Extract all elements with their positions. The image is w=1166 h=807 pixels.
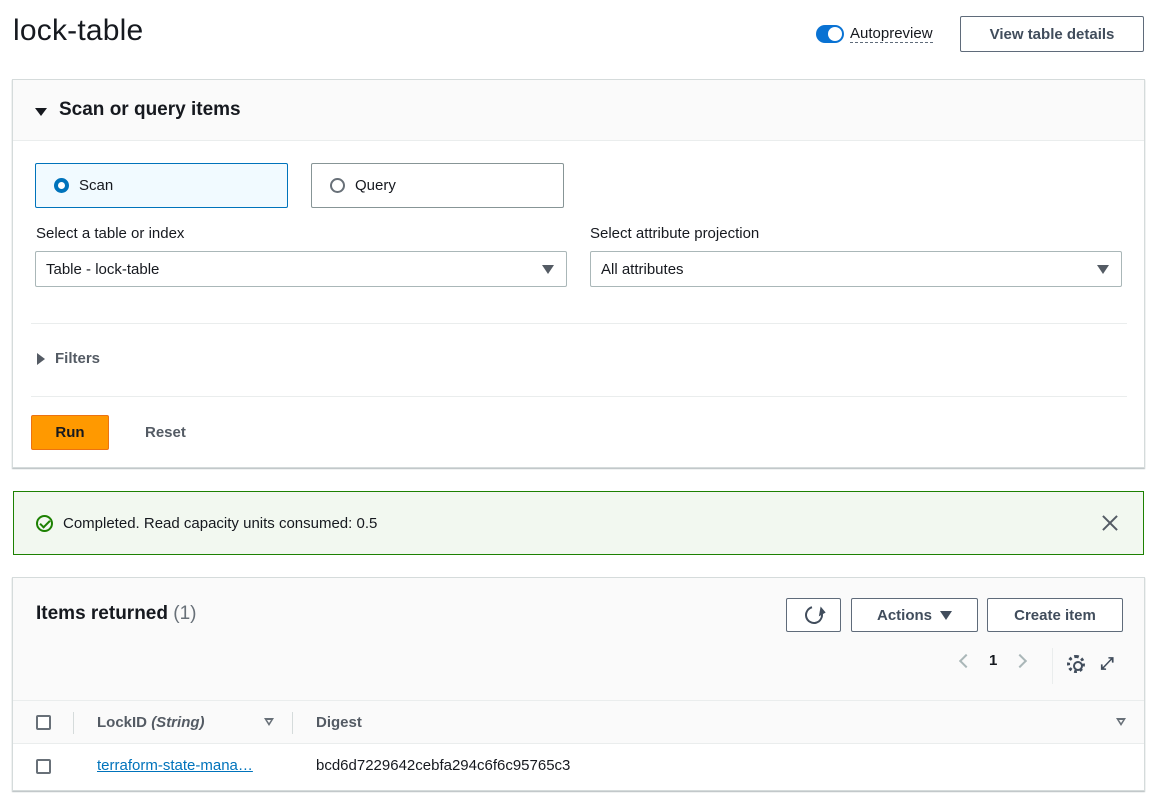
- column-separator: [292, 712, 293, 734]
- select-all-checkbox[interactable]: [36, 715, 51, 730]
- fullscreen-icon[interactable]: ⤢: [1099, 655, 1115, 672]
- radio-unchecked-icon[interactable]: [330, 178, 345, 193]
- alert-message: Completed. Read capacity units consumed:…: [63, 514, 378, 532]
- view-table-details-button[interactable]: View table details: [960, 16, 1144, 52]
- filters-expander[interactable]: Filters: [37, 350, 100, 367]
- page-title: lock-table: [13, 14, 144, 47]
- autopreview-toggle[interactable]: Autopreview: [816, 25, 933, 43]
- caret-down-icon: [35, 108, 47, 116]
- filters-label: Filters: [55, 350, 101, 367]
- reset-button[interactable]: Reset: [145, 424, 186, 441]
- divider: [1052, 648, 1053, 684]
- divider: [31, 323, 1127, 324]
- run-button[interactable]: Run: [31, 415, 109, 450]
- sort-icon[interactable]: [1116, 718, 1126, 726]
- create-item-button[interactable]: Create item: [987, 598, 1123, 632]
- projection-select-value: All attributes: [601, 260, 684, 278]
- chevron-right-icon[interactable]: [1013, 653, 1028, 668]
- refresh-icon: [801, 602, 826, 628]
- close-icon[interactable]: [1101, 514, 1119, 532]
- column-header-lockid[interactable]: LockID (String): [97, 714, 205, 731]
- scan-panel-header[interactable]: Scan or query items: [13, 80, 1144, 141]
- digest-cell: bcd6d7229642cebfa294c6f6c95765c3: [316, 757, 571, 774]
- projection-select-label: Select attribute projection: [590, 225, 760, 242]
- query-mode-tile[interactable]: Query: [311, 163, 564, 208]
- chevron-left-icon[interactable]: [958, 653, 974, 668]
- table-select-label: Select a table or index: [36, 225, 185, 242]
- autopreview-label: Autopreview: [850, 25, 933, 43]
- table-select[interactable]: Table - lock-table: [35, 251, 567, 287]
- lockid-link[interactable]: terraform-state-mana…: [97, 757, 253, 774]
- radio-checked-icon[interactable]: [54, 178, 69, 193]
- check-circle-icon: [36, 514, 53, 532]
- gear-icon[interactable]: [1067, 655, 1085, 673]
- scan-panel-title: Scan or query items: [59, 99, 241, 120]
- query-mode-label: Query: [355, 177, 396, 194]
- scan-mode-label: Scan: [79, 177, 114, 194]
- column-separator: [73, 712, 74, 734]
- divider: [31, 396, 1127, 397]
- toggle-switch-icon[interactable]: [816, 25, 844, 43]
- caret-down-icon: [940, 610, 952, 620]
- items-header: [13, 578, 1144, 700]
- caret-down-icon: [1097, 265, 1109, 274]
- pagination: 1: [958, 652, 1028, 669]
- actions-button[interactable]: Actions: [851, 598, 978, 632]
- table-header: LockID (String) Digest: [13, 700, 1144, 744]
- page-number[interactable]: 1: [989, 652, 997, 669]
- table-select-value: Table - lock-table: [46, 260, 160, 278]
- scan-mode-tile[interactable]: Scan: [35, 163, 288, 208]
- caret-down-icon: [542, 265, 554, 274]
- column-header-digest[interactable]: Digest: [316, 714, 362, 731]
- items-title-text: Items returned: [36, 603, 168, 624]
- lockid-column-type: (String): [151, 714, 205, 731]
- row-checkbox[interactable]: [36, 759, 51, 774]
- projection-select[interactable]: All attributes: [590, 251, 1122, 287]
- items-title: Items returned (1): [36, 603, 197, 625]
- items-returned-panel: Items returned (1) Actions Create item 1…: [12, 577, 1145, 791]
- success-alert: Completed. Read capacity units consumed:…: [13, 491, 1144, 555]
- actions-label: Actions: [876, 606, 932, 624]
- items-count: (1): [173, 603, 197, 624]
- sort-icon[interactable]: [264, 718, 274, 726]
- caret-right-icon: [37, 352, 45, 365]
- scan-query-panel: Scan or query items Scan Query Select a …: [12, 79, 1145, 468]
- lockid-column-name: LockID: [97, 714, 148, 731]
- refresh-button[interactable]: [786, 598, 841, 632]
